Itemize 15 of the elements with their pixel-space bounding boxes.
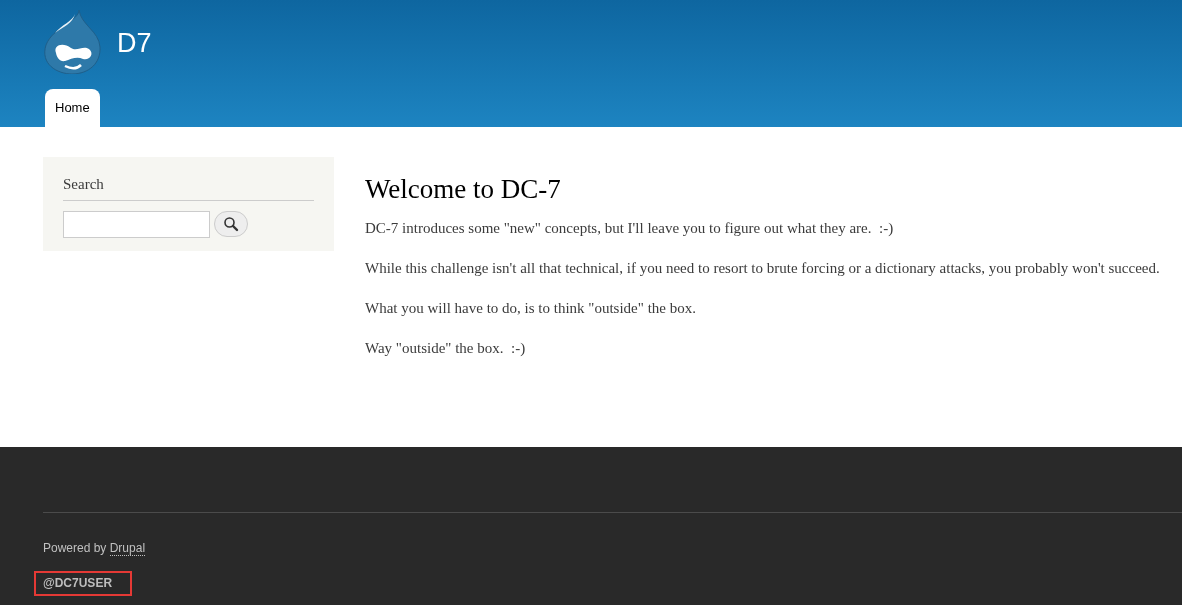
block-title: Search (63, 173, 314, 201)
paragraph: Way "outside" the box. :-) (365, 339, 527, 359)
nav-tab[interactable]: Home (45, 89, 100, 127)
paragraph: While this challenge isn't all that technical, if you need to resort to brute forcing or a dictionary attacks, you probably won't succeed. (365, 259, 1160, 279)
search-field[interactable] (63, 210, 210, 238)
paragraph: What you will have to do, is to think "outside" the box. (365, 299, 697, 319)
site-name[interactable]: D7 (117, 30, 152, 57)
page-title: Welcome to DC-7 (365, 173, 562, 206)
paragraph: DC-7 introduces some "new" concepts, but I'll leave you to figure out what they are. :-) (365, 219, 895, 239)
drupal-link[interactable]: Drupal (109, 541, 146, 556)
drop-logo-icon[interactable] (43, 9, 101, 74)
powered-by-text: Powered by Drupal (43, 540, 147, 557)
search-button[interactable] (214, 211, 248, 237)
highlighted-handle: @DC7USER (34, 571, 133, 596)
search-icon (223, 216, 239, 232)
